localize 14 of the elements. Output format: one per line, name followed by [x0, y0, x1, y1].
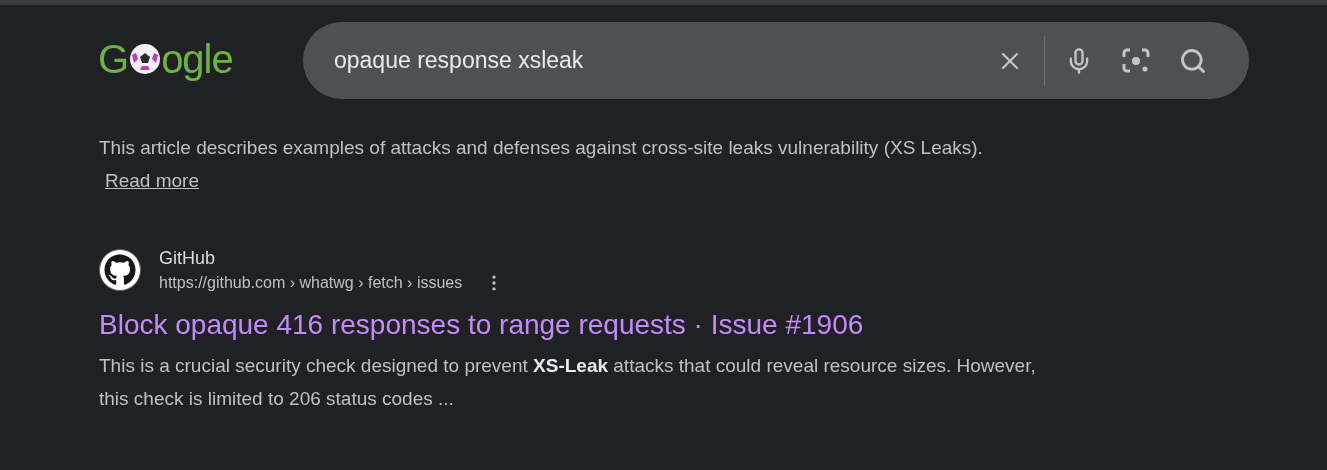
soccer-ball-icon	[129, 42, 162, 75]
search-icon[interactable]	[1179, 46, 1207, 75]
logo-text: G	[98, 38, 130, 79]
result-snippet: This article describes examples of attacks and defenses against cross-site leaks vulnerability (XS Leaks). Read more	[99, 136, 984, 193]
search-input[interactable]: opaque response xsleak	[334, 43, 996, 78]
result-title[interactable]: Block opaque 416 responses to range requests · Issue #1906	[99, 307, 1327, 343]
search-box[interactable]: opaque response xsleak	[303, 22, 1249, 99]
result-snippet: This is a crucial security check designed to prevent XS-Leak attacks that could reveal resource sizes. However, this check is limited to 206 status codes ...	[99, 354, 1037, 411]
result-url: https://github.com › whatwg › fetch › issues	[159, 273, 463, 293]
google-logo[interactable]: G ogle	[98, 38, 303, 79]
camera-search-icon[interactable]	[1121, 46, 1151, 75]
site-name: GitHub	[159, 247, 217, 270]
read-more-link[interactable]: Read more	[105, 170, 199, 191]
logo-text: ogle	[161, 38, 233, 79]
